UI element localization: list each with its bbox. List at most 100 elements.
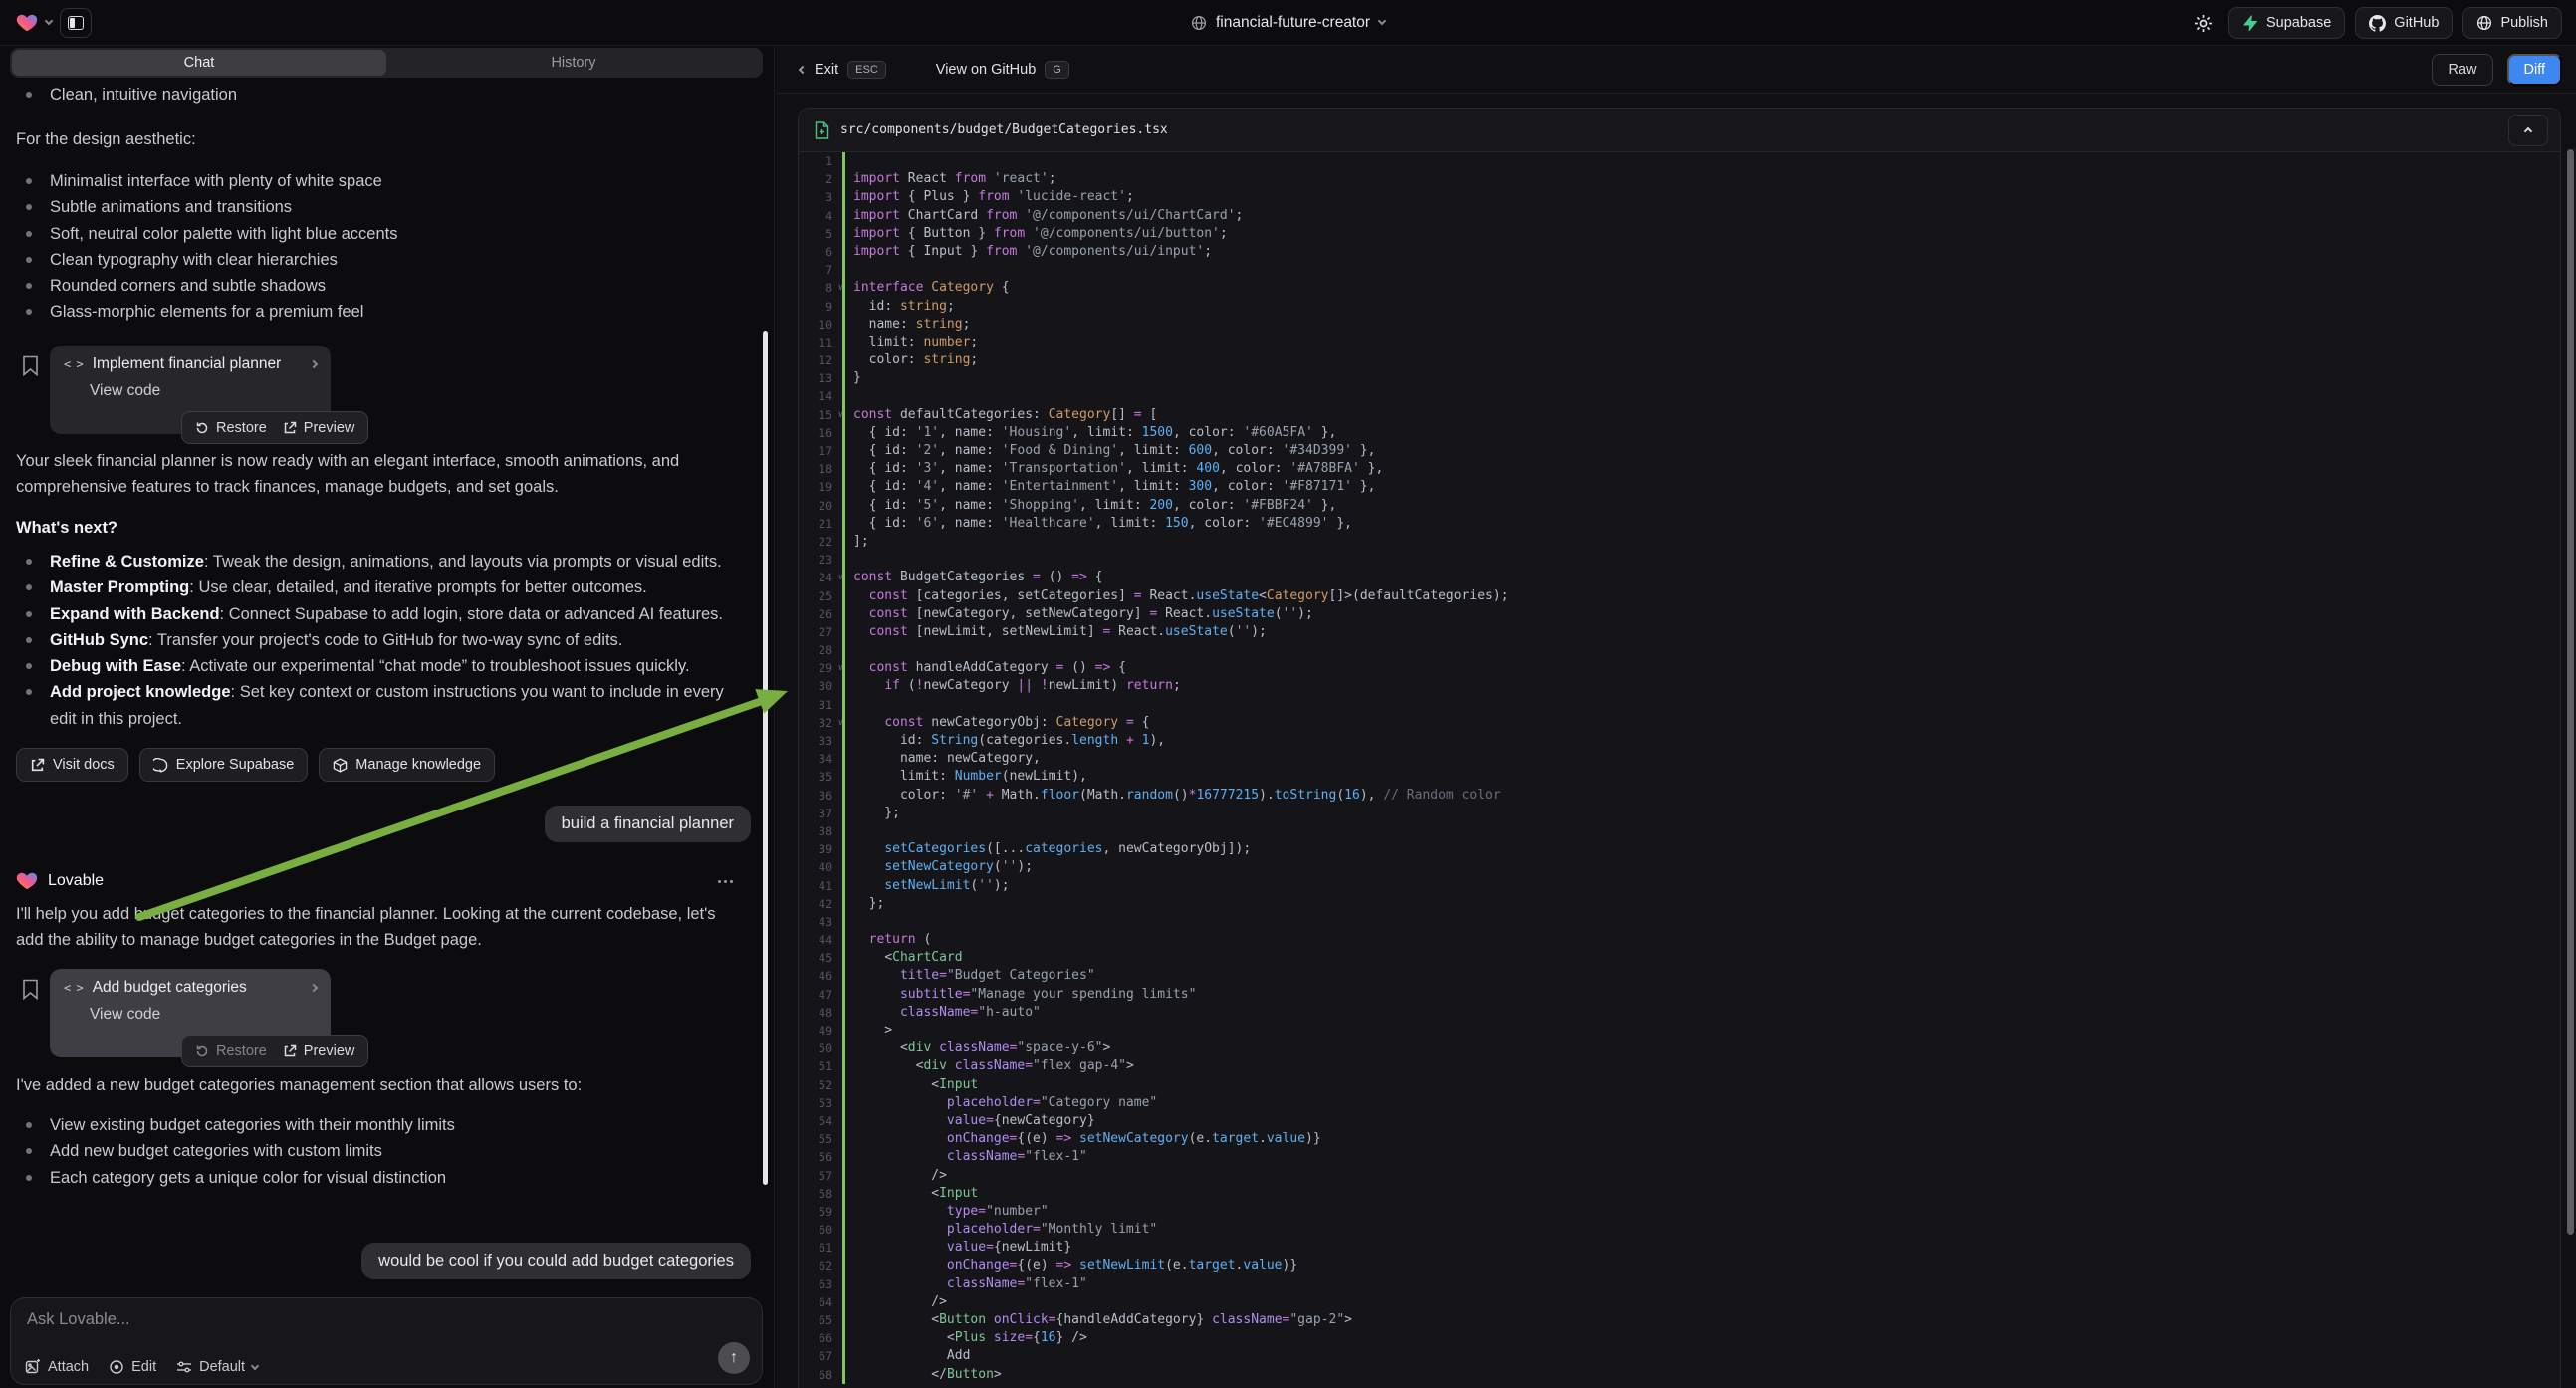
- code-line: 41 setNewLimit('');: [799, 877, 2560, 895]
- line-number: 59: [799, 1203, 842, 1221]
- code-line: 12 color: string;: [799, 351, 2560, 369]
- line-number: 60: [799, 1221, 842, 1239]
- tab-history[interactable]: History: [386, 50, 761, 76]
- preview-button[interactable]: Preview: [283, 1043, 355, 1059]
- line-number: 8∨: [799, 279, 842, 297]
- quick-actions-row: Visit docs Explore Supabase Manage knowl…: [16, 748, 495, 782]
- logo-chevron-down-icon[interactable]: [45, 17, 53, 25]
- explore-supabase-button[interactable]: Explore Supabase: [139, 748, 309, 782]
- tab-chat[interactable]: Chat: [12, 50, 386, 76]
- line-number: 32∨: [799, 714, 842, 732]
- code-line: 40 setNewCategory('');: [799, 858, 2560, 876]
- line-number: 6: [799, 243, 842, 261]
- line-number: 48: [799, 1004, 842, 1022]
- line-number: 50: [799, 1040, 842, 1057]
- mode-selector[interactable]: Default: [176, 1359, 258, 1375]
- line-number: 14: [799, 387, 842, 405]
- list-item: Add project knowledge: Set key context o…: [16, 679, 739, 732]
- chevron-left-icon: [799, 65, 807, 73]
- project-name: financial-future-creator: [1216, 14, 1370, 32]
- lovable-logo-icon[interactable]: [16, 12, 38, 34]
- restore-button[interactable]: Restore: [195, 1043, 267, 1059]
- view-code-link[interactable]: View code: [90, 1006, 317, 1024]
- list-item: Add new budget categories with custom li…: [16, 1138, 739, 1164]
- code-line: 64 />: [799, 1293, 2560, 1311]
- line-number: 57: [799, 1167, 842, 1185]
- fold-chevron-icon[interactable]: ∨: [838, 714, 843, 732]
- version-card-group: Implement financial planner View code Re…: [0, 346, 757, 445]
- collapse-file-button[interactable]: [2508, 115, 2548, 146]
- code-line: 48 className="h-auto": [799, 1004, 2560, 1022]
- code-line: 7: [799, 261, 2560, 279]
- attach-button[interactable]: Attach: [25, 1359, 89, 1375]
- file-path: src/components/budget/BudgetCategories.t…: [840, 122, 1168, 137]
- supabase-button[interactable]: Supabase: [2228, 7, 2345, 39]
- code-line: 2import React from 'react';: [799, 170, 2560, 188]
- list-item: Master Prompting: Use clear, detailed, a…: [16, 575, 739, 600]
- view-code-link[interactable]: View code: [90, 382, 317, 400]
- bullet-dot: [26, 257, 32, 263]
- chat-scrollbar[interactable]: [763, 331, 768, 1185]
- publish-label: Publish: [2500, 15, 2548, 31]
- publish-button[interactable]: Publish: [2462, 7, 2562, 39]
- line-number: 17: [799, 442, 842, 460]
- code-line: 57 />: [799, 1167, 2560, 1185]
- diff-toggle-button[interactable]: Diff: [2507, 54, 2563, 86]
- code-line: 43: [799, 913, 2560, 931]
- send-button[interactable]: ↑: [718, 1342, 750, 1374]
- toggle-sidebar-button[interactable]: [60, 8, 92, 38]
- attach-image-icon: [25, 1359, 41, 1375]
- visit-docs-button[interactable]: Visit docs: [16, 748, 128, 782]
- assistant-name: Lovable: [48, 872, 104, 890]
- code-icon: [64, 979, 83, 997]
- more-options-icon[interactable]: [718, 880, 733, 883]
- sidebar-panel-icon: [68, 16, 84, 30]
- design-bullets: Minimalist interface with plenty of whit…: [16, 168, 739, 326]
- list-item: View existing budget categories with the…: [16, 1112, 739, 1138]
- edit-button[interactable]: Edit: [109, 1359, 156, 1375]
- project-switcher[interactable]: financial-future-creator: [1191, 14, 1385, 32]
- bullet-dot: [26, 584, 32, 590]
- top-bar: financial-future-creator Supabase: [0, 0, 2576, 46]
- chevron-right-icon: [310, 984, 318, 992]
- exit-button[interactable]: Exit ESC: [800, 61, 886, 79]
- line-number: 13: [799, 369, 842, 387]
- fold-chevron-icon[interactable]: ∨: [838, 406, 843, 424]
- fold-chevron-icon[interactable]: ∨: [838, 659, 843, 677]
- line-number: 63: [799, 1275, 842, 1293]
- raw-toggle-button[interactable]: Raw: [2432, 54, 2492, 86]
- code-line: 8∨interface Category {: [799, 279, 2560, 297]
- chat-bubble-icon: [153, 758, 168, 773]
- project-globe-icon: [1191, 15, 1207, 31]
- line-number: 15∨: [799, 406, 842, 424]
- file-header[interactable]: src/components/budget/BudgetCategories.t…: [799, 109, 2560, 152]
- github-label: GitHub: [2394, 15, 2439, 31]
- code-line: 14: [799, 387, 2560, 405]
- external-link-icon: [30, 758, 45, 773]
- view-on-github-button[interactable]: View on GitHub G: [936, 61, 1069, 79]
- design-intro: For the design aesthetic:: [16, 126, 739, 152]
- bookmark-icon[interactable]: [22, 979, 39, 1000]
- settings-button[interactable]: [2189, 8, 2219, 38]
- line-number: 27: [799, 623, 842, 641]
- bookmark-icon[interactable]: [22, 355, 39, 376]
- bullet-dot: [26, 1122, 32, 1128]
- code-line: 66 <Plus size={16} />: [799, 1329, 2560, 1347]
- line-number: 39: [799, 840, 842, 858]
- external-link-icon: [283, 1044, 297, 1058]
- line-number: 34: [799, 750, 842, 768]
- preview-button[interactable]: Preview: [283, 420, 355, 436]
- restore-button[interactable]: Restore: [195, 420, 267, 436]
- code-editor[interactable]: 1 2import React from 'react';3import { P…: [799, 152, 2560, 1388]
- code-line: 49 >: [799, 1022, 2560, 1040]
- fold-chevron-icon[interactable]: ∨: [838, 279, 843, 297]
- github-icon: [2369, 15, 2386, 32]
- github-button[interactable]: GitHub: [2355, 7, 2453, 39]
- manage-knowledge-button[interactable]: Manage knowledge: [319, 748, 495, 782]
- code-line: 68 </Button>: [799, 1366, 2560, 1384]
- code-scrollbar[interactable]: [2567, 149, 2574, 1235]
- fold-chevron-icon[interactable]: ∨: [838, 569, 843, 586]
- chat-input[interactable]: [27, 1310, 624, 1329]
- scrollback-bullet: Clean, intuitive navigation: [16, 82, 739, 108]
- code-line: 60 placeholder="Monthly limit": [799, 1221, 2560, 1239]
